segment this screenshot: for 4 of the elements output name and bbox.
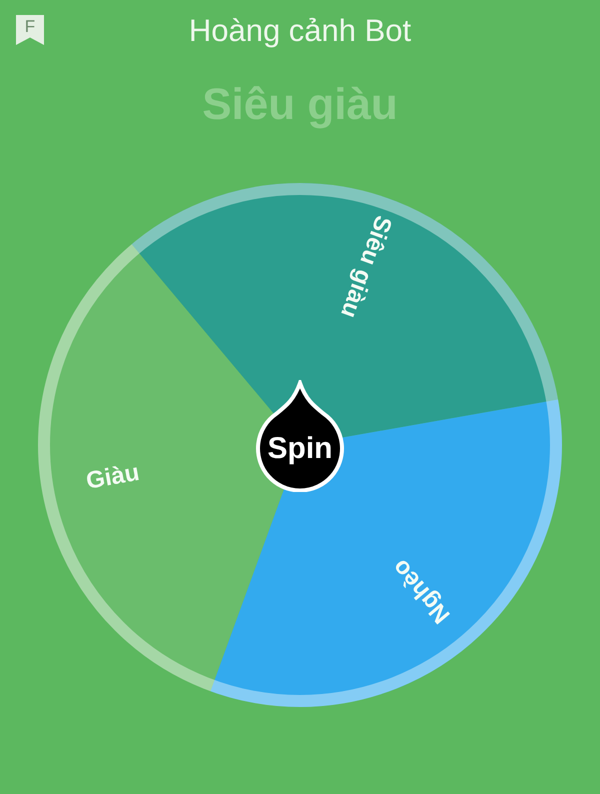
segment-label: Giàu	[84, 458, 142, 495]
app-title: Hoàng cảnh Bot	[188, 14, 412, 46]
segment-label: Siêu giàu	[335, 212, 397, 322]
spin-button[interactable]: Spin	[254, 380, 346, 492]
